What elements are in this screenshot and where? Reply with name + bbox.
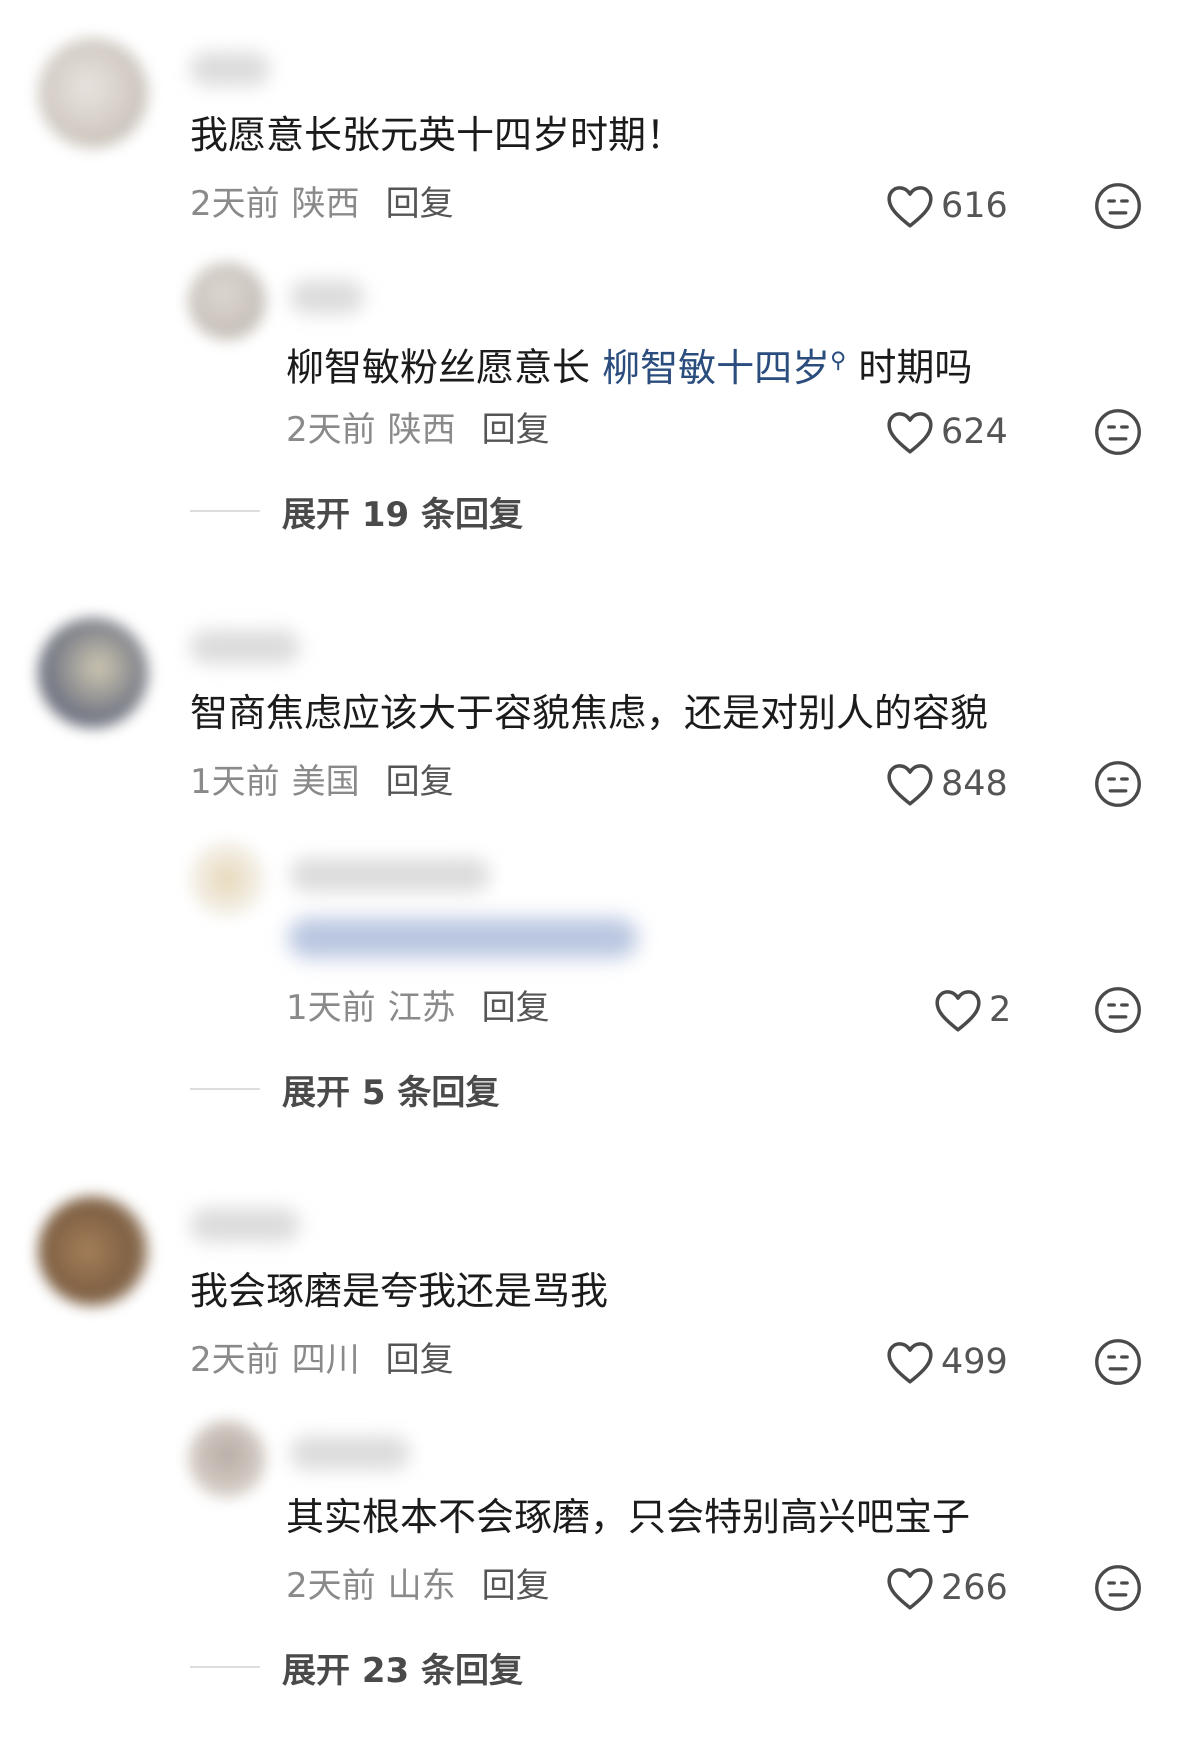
username-blurred[interactable] xyxy=(190,630,300,664)
comment-location: 美国 xyxy=(291,762,360,802)
comment-meta: 2天前 四川 回复 xyxy=(190,1338,454,1382)
expand-replies-label[interactable]: 展开 19 条回复 xyxy=(282,487,523,536)
like-button[interactable]: 616 xyxy=(885,178,1008,234)
username-blurred[interactable] xyxy=(190,1208,300,1242)
reply-button[interactable]: 回复 xyxy=(482,410,550,450)
comment-meta: 2天前 陕西 回复 xyxy=(190,182,454,226)
reply-text: 其实根本不会琢磨，只会特别高兴吧宝子 xyxy=(286,1495,971,1539)
like-button[interactable]: 266 xyxy=(885,1560,1008,1616)
avatar[interactable] xyxy=(38,1196,148,1306)
comment-time: 2天前 xyxy=(190,184,280,224)
expand-replies-button[interactable]: 展开 5 条回复 xyxy=(190,1064,499,1114)
reply-button[interactable]: 回复 xyxy=(386,1340,454,1380)
like-button[interactable]: 848 xyxy=(885,756,1008,812)
divider-line xyxy=(190,510,260,512)
expand-replies-label[interactable]: 展开 23 条回复 xyxy=(282,1643,523,1692)
reply-button[interactable]: 回复 xyxy=(386,184,454,224)
comment-text: 智商焦虑应该大于容貌焦虑，还是对别人的容貌 xyxy=(190,691,989,735)
reply-text-blurred xyxy=(288,918,638,958)
username-blurred[interactable] xyxy=(190,52,270,86)
like-count: 499 xyxy=(941,1342,1008,1382)
reply-meta: 2天前 山东 回复 xyxy=(286,1564,550,1608)
meh-face-icon[interactable] xyxy=(1093,985,1143,1035)
like-count: 616 xyxy=(941,186,1008,226)
like-button[interactable]: 624 xyxy=(885,404,1008,460)
reply-text-part: 时期吗 xyxy=(846,345,973,390)
comment-text: 我会琢磨是夸我还是骂我 xyxy=(190,1269,609,1313)
like-count: 2 xyxy=(989,990,1012,1030)
meh-face-icon[interactable] xyxy=(1093,1337,1143,1387)
search-link[interactable]: 柳智敏十四岁⚲ xyxy=(602,346,846,390)
reply-username-blurred[interactable] xyxy=(290,858,490,892)
comment-text: 我愿意长张元英十四岁时期！ xyxy=(190,113,685,157)
reply-time: 2天前 xyxy=(286,410,376,450)
reply-location: 山东 xyxy=(387,1566,456,1606)
reply-button[interactable]: 回复 xyxy=(386,762,454,802)
reply-avatar[interactable] xyxy=(188,1420,266,1498)
heart-outline-icon xyxy=(887,1568,933,1610)
heart-outline-icon xyxy=(935,990,981,1032)
reply-avatar[interactable] xyxy=(188,262,266,340)
comment-location: 四川 xyxy=(291,1340,360,1380)
reply-location: 江苏 xyxy=(387,988,456,1028)
reply-text: 柳智敏粉丝愿意长 柳智敏十四岁⚲ 时期吗 xyxy=(286,336,972,393)
expand-replies-button[interactable]: 展开 23 条回复 xyxy=(190,1642,523,1692)
reply-meta: 2天前 陕西 回复 xyxy=(286,408,550,452)
reply-meta: 1天前 江苏 回复 xyxy=(286,986,550,1030)
heart-outline-icon xyxy=(887,186,933,228)
comment-time: 1天前 xyxy=(190,762,280,802)
avatar[interactable] xyxy=(38,618,148,728)
like-count: 266 xyxy=(941,1568,1008,1608)
search-link-text[interactable]: 柳智敏十四岁 xyxy=(602,346,830,390)
like-button[interactable]: 499 xyxy=(885,1334,1008,1390)
divider-line xyxy=(190,1088,260,1090)
heart-outline-icon xyxy=(887,412,933,454)
comment-location: 陕西 xyxy=(291,184,360,224)
comment-meta: 1天前 美国 回复 xyxy=(190,760,454,804)
comment-time: 2天前 xyxy=(190,1340,280,1380)
reply-button[interactable]: 回复 xyxy=(482,988,550,1028)
heart-outline-icon xyxy=(887,1342,933,1384)
reply-text-part: 柳智敏粉丝愿意长 xyxy=(286,345,603,390)
expand-replies-button[interactable]: 展开 19 条回复 xyxy=(190,486,523,536)
divider-line xyxy=(190,1666,260,1668)
search-icon: ⚲ xyxy=(830,348,847,373)
reply-time: 1天前 xyxy=(286,988,376,1028)
expand-replies-label[interactable]: 展开 5 条回复 xyxy=(282,1065,499,1114)
like-count: 848 xyxy=(941,764,1008,804)
meh-face-icon[interactable] xyxy=(1093,759,1143,809)
like-count: 624 xyxy=(941,412,1008,452)
reply-avatar[interactable] xyxy=(188,840,266,918)
like-button[interactable]: 2 xyxy=(933,982,1011,1038)
reply-location: 陕西 xyxy=(387,410,456,450)
avatar[interactable] xyxy=(38,38,148,148)
meh-face-icon[interactable] xyxy=(1093,1563,1143,1613)
meh-face-icon[interactable] xyxy=(1093,407,1143,457)
reply-time: 2天前 xyxy=(286,1566,376,1606)
heart-outline-icon xyxy=(887,764,933,806)
reply-username-blurred[interactable] xyxy=(290,1436,410,1470)
meh-face-icon[interactable] xyxy=(1093,181,1143,231)
reply-username-blurred[interactable] xyxy=(290,280,364,314)
reply-button[interactable]: 回复 xyxy=(482,1566,550,1606)
